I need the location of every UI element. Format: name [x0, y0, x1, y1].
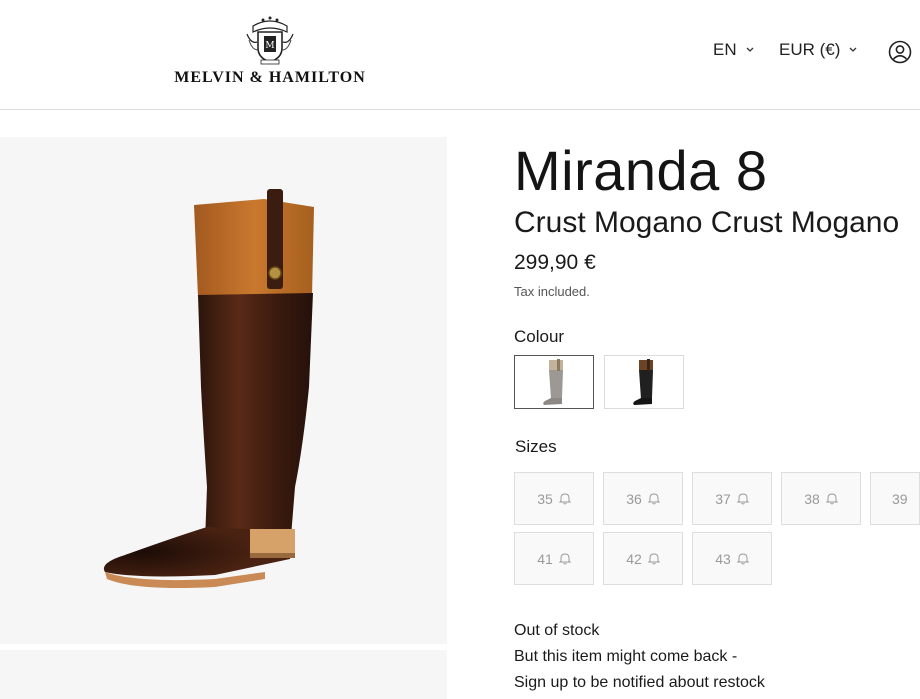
bell-icon [825, 493, 838, 505]
product-title: Miranda 8 [514, 139, 768, 202]
sizes-label: Sizes [515, 437, 557, 456]
colour-label: Colour [514, 327, 565, 346]
colour-swatch-grey[interactable] [514, 355, 594, 409]
boot-image [103, 189, 314, 588]
size-value: 37 [715, 490, 731, 507]
size-option-35[interactable]: 35 [514, 472, 594, 525]
size-option-41[interactable]: 41 [514, 532, 594, 585]
product-page: M MELVIN & HAMILTON EN EUR (€) Miranda 8… [0, 0, 920, 699]
product-image-main[interactable] [0, 137, 447, 644]
boot-thumbnail [633, 359, 653, 405]
colour-swatch-black[interactable] [604, 355, 684, 409]
product-subtitle: Crust Mogano Crust Mogano [514, 206, 900, 239]
restock-signup-link[interactable]: Sign up to be notified about restock [514, 674, 765, 692]
size-value: 42 [626, 550, 642, 567]
size-option-39[interactable]: 39 [870, 472, 920, 525]
site-header: M MELVIN & HAMILTON EN EUR (€) [0, 0, 920, 110]
size-value: 36 [626, 490, 642, 507]
size-option-43[interactable]: 43 [692, 532, 772, 585]
size-value: 41 [537, 550, 553, 567]
crest-icon: M [246, 16, 294, 65]
language-value: EN [713, 40, 737, 59]
size-value: 35 [537, 490, 553, 507]
language-selector[interactable]: EN [713, 40, 755, 60]
chevron-down-icon [849, 47, 857, 52]
stock-status: Out of stock [514, 622, 600, 639]
svg-text:M: M [265, 41, 274, 51]
boot-thumbnail [543, 359, 563, 405]
currency-value: EUR (€) [779, 40, 841, 59]
size-value: 38 [804, 490, 820, 507]
bell-icon [647, 493, 660, 505]
currency-selector[interactable]: EUR (€) [779, 40, 858, 60]
brand-name: MELVIN & HAMILTON [174, 69, 366, 86]
bell-icon [558, 553, 571, 565]
size-option-38[interactable]: 38 [781, 472, 861, 525]
size-option-42[interactable]: 42 [603, 532, 683, 585]
bell-icon [647, 553, 660, 565]
size-value: 43 [715, 550, 731, 567]
size-option-36[interactable]: 36 [603, 472, 683, 525]
restock-message: But this item might come back - [514, 648, 738, 665]
chevron-down-icon [746, 47, 754, 52]
tax-note: Tax included. [514, 284, 590, 299]
product-image-secondary[interactable] [0, 650, 447, 699]
brand-logo[interactable]: M MELVIN & HAMILTON [160, 14, 380, 94]
bell-icon [736, 553, 749, 565]
bell-icon [558, 493, 571, 505]
bell-icon [736, 493, 749, 505]
size-value: 39 [892, 490, 908, 507]
size-option-37[interactable]: 37 [692, 472, 772, 525]
product-price: 299,90 € [514, 251, 596, 274]
user-icon[interactable] [888, 40, 912, 64]
